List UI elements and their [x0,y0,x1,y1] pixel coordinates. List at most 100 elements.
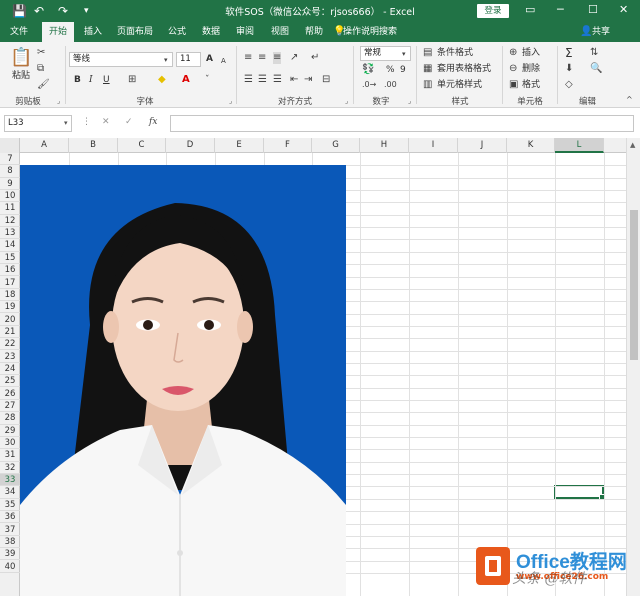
row-header-12[interactable]: 12 [0,215,20,227]
name-box[interactable]: L33 [4,115,72,132]
delete-cells-icon[interactable]: ⊖ [509,63,517,75]
row-header-34[interactable]: 34 [0,486,20,499]
row-header-18[interactable]: 18 [0,289,20,302]
clipboard-icon[interactable]: 📋 [10,48,32,68]
clipboard-launcher-icon[interactable]: ⌟ [57,97,60,105]
font-launcher-icon[interactable]: ⌟ [229,97,232,105]
row-header-30[interactable]: 30 [0,437,20,450]
conditional-format-button[interactable]: 条件格式 [437,47,473,59]
fill-color-icon[interactable]: ◆ [158,74,166,86]
insert-function-icon[interactable]: fx [149,117,157,127]
row-header-8[interactable]: 8 [0,165,20,178]
decrease-indent-icon[interactable]: ⇤ [290,74,298,86]
scrollbar-thumb[interactable] [630,210,638,360]
align-left-icon[interactable]: ☰ [244,74,253,86]
cancel-entry-icon[interactable]: ✕ [102,117,110,127]
tab-help[interactable]: 帮助 [299,22,329,42]
format-painter-icon[interactable]: 🖌 [37,79,50,91]
share-button[interactable]: 共享 [592,22,610,42]
row-header-31[interactable]: 31 [0,449,20,462]
row-header-38[interactable]: 38 [0,536,20,549]
phonetic-icon[interactable]: ˇ [205,74,210,86]
select-all-corner[interactable] [0,138,20,153]
clear-icon[interactable]: ◇ [565,79,573,91]
row-header-15[interactable]: 15 [0,252,20,264]
id-photo-image[interactable] [20,165,346,596]
align-top-icon[interactable]: ≡ [244,52,252,64]
delete-cells-button[interactable]: 删除 [522,63,540,75]
row-header-21[interactable]: 21 [0,326,20,339]
insert-cells-icon[interactable]: ⊕ [509,47,517,59]
row-header-19[interactable]: 19 [0,301,20,314]
wrap-text-icon[interactable]: ↵ [311,52,319,64]
grow-font-button[interactable]: A [206,53,213,65]
column-header-d[interactable]: D [166,138,215,153]
row-header-11[interactable]: 11 [0,202,20,215]
decrease-decimal-icon[interactable]: .00 [384,79,397,91]
login-button[interactable]: 登录 [477,4,509,18]
row-header-17[interactable]: 17 [0,277,20,289]
column-header-f[interactable]: F [264,138,312,153]
column-header-g[interactable]: G [312,138,360,153]
row-header-25[interactable]: 25 [0,375,20,388]
conditional-format-icon[interactable]: ▤ [423,47,432,59]
row-header-22[interactable]: 22 [0,338,20,351]
orientation-icon[interactable]: ↗ [290,52,298,64]
number-launcher-icon[interactable]: ⌟ [408,97,411,105]
enter-entry-icon[interactable]: ✓ [125,117,133,127]
cell-styles-button[interactable]: 单元格样式 [437,79,482,91]
row-header-36[interactable]: 36 [0,511,20,524]
row-header-28[interactable]: 28 [0,412,20,425]
row-header-40[interactable]: 40 [0,561,20,573]
column-header-c[interactable]: C [118,138,166,153]
currency-icon[interactable]: 💱 [362,64,374,76]
align-right-icon[interactable]: ☰ [273,74,282,86]
insert-cells-button[interactable]: 插入 [522,47,540,59]
underline-button[interactable]: U [103,74,110,86]
tab-insert[interactable]: 插入 [78,22,108,42]
increase-decimal-icon[interactable]: .0→ [362,79,376,91]
row-header-39[interactable]: 39 [0,548,20,561]
chevron-down-icon[interactable]: ▾ [64,119,68,127]
align-bottom-icon[interactable]: ≡ [273,52,282,64]
minimize-button[interactable]: ─ [557,2,564,18]
tab-home[interactable]: 开始 [42,22,74,42]
column-header-j[interactable]: J [458,138,507,153]
column-header-a[interactable]: A [20,138,69,153]
row-header-10[interactable]: 10 [0,190,20,203]
row-header-24[interactable]: 24 [0,363,20,376]
chevron-down-icon[interactable]: ▾ [164,54,168,66]
percent-button[interactable]: % [386,64,395,76]
table-format-icon[interactable]: ▦ [423,63,432,75]
font-size-select[interactable]: 11 [176,52,201,67]
row-header-37[interactable]: 37 [0,524,20,536]
fill-icon[interactable]: ⬇ [565,63,573,75]
font-name-select[interactable]: 等线 [69,52,173,67]
restore-button[interactable]: ☐ [588,2,598,18]
tab-view[interactable]: 视图 [265,22,295,42]
formula-input[interactable] [170,115,634,132]
column-header-e[interactable]: E [215,138,264,153]
comma-button[interactable]: 9 [400,64,406,76]
align-center-icon[interactable]: ☰ [258,74,267,86]
font-color-icon[interactable]: A [182,74,190,86]
row-header-27[interactable]: 27 [0,400,20,413]
row-header-7[interactable]: 7 [0,153,20,166]
row-header-9[interactable]: 9 [0,178,20,190]
row-header-20[interactable]: 20 [0,314,20,326]
alignment-launcher-icon[interactable]: ⌟ [345,97,348,105]
row-header-35[interactable]: 35 [0,499,20,511]
column-header-i[interactable]: I [409,138,458,153]
sort-filter-icon[interactable]: ⇅ [590,47,598,59]
tab-review[interactable]: 审阅 [230,22,260,42]
column-header-k[interactable]: K [507,138,555,153]
paste-button[interactable]: 粘贴 [12,70,30,82]
cell-styles-icon[interactable]: ▥ [423,79,432,91]
scroll-up-icon[interactable]: ▲ [630,141,635,149]
column-header-l[interactable]: L [555,138,604,153]
column-header-b[interactable]: B [69,138,118,153]
tab-formulas[interactable]: 公式 [162,22,192,42]
shrink-font-button[interactable]: A [221,55,226,67]
tab-page-layout[interactable]: 页面布局 [112,22,158,42]
row-header-32[interactable]: 32 [0,462,20,474]
